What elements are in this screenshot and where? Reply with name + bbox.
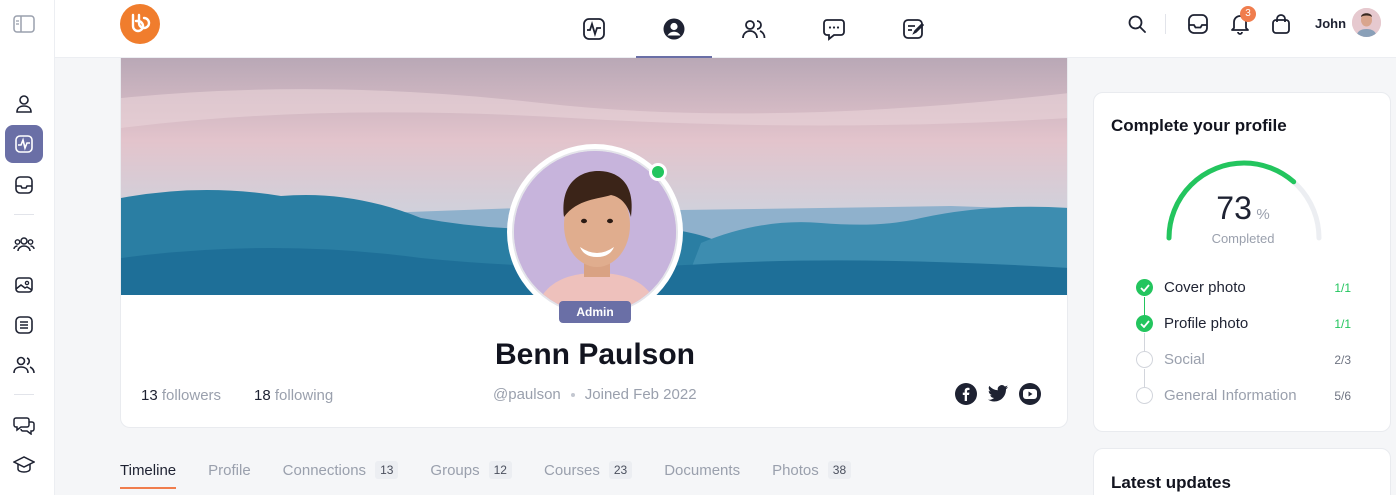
tab-label: Timeline xyxy=(120,461,177,479)
sidebar-members-icon[interactable] xyxy=(5,346,43,384)
tab-label: Documents xyxy=(664,461,741,479)
sidebar-forums-icon[interactable] xyxy=(5,406,43,444)
step-fraction: 2/3 xyxy=(1334,352,1351,367)
tab-label: Profile xyxy=(208,461,251,479)
profile-card: Admin Benn Paulson 13 followers 18 follo… xyxy=(120,58,1068,428)
nav-messages-tab[interactable] xyxy=(796,0,872,58)
tab-photos[interactable]: Photos 38 xyxy=(772,458,852,482)
sidebar-list-icon[interactable] xyxy=(5,306,43,344)
sidebar-activity-icon[interactable] xyxy=(5,125,43,163)
tab-documents[interactable]: Documents xyxy=(664,458,740,482)
search-icon[interactable] xyxy=(1125,12,1149,36)
meta-separator-dot xyxy=(570,392,575,397)
profile-tabs: Timeline Profile Connections 13 Groups 1… xyxy=(120,458,852,489)
widget-title: Latest updates xyxy=(1111,473,1231,492)
progress-value: 73 xyxy=(1216,190,1252,226)
widget-title: Complete your profile xyxy=(1111,116,1287,135)
check-icon xyxy=(1136,315,1153,332)
profile-name: Benn Paulson xyxy=(494,338,696,371)
step-label: General Information xyxy=(1164,387,1297,404)
step-label: Profile photo xyxy=(1164,315,1249,332)
step-fraction: 5/6 xyxy=(1334,388,1351,403)
tab-count: 12 xyxy=(488,461,512,479)
step-general-information[interactable]: General Information 5/6 xyxy=(1136,387,1351,404)
social-links xyxy=(955,383,1041,405)
nav-notes-tab[interactable] xyxy=(876,0,952,58)
tab-courses[interactable]: Courses 23 xyxy=(543,458,633,482)
profile-joined: Joined Feb 2022 xyxy=(584,386,697,403)
step-profile-photo[interactable]: Profile photo 1/1 xyxy=(1136,315,1351,332)
tab-profile[interactable]: Profile xyxy=(208,458,251,482)
step-connector xyxy=(1144,333,1145,352)
progress-percent: 73 % xyxy=(1094,190,1392,227)
tab-count: 38 xyxy=(827,461,852,479)
topbar-divider xyxy=(1165,14,1166,34)
tab-count: 13 xyxy=(375,461,399,479)
sidebar-divider xyxy=(14,214,34,215)
tab-timeline[interactable]: Timeline xyxy=(120,458,177,489)
progress-unit: % xyxy=(1256,206,1270,223)
check-icon xyxy=(1136,279,1153,296)
sidebar-groups-icon[interactable] xyxy=(5,225,43,263)
tab-groups[interactable]: Groups 12 xyxy=(430,458,512,482)
tab-count: 23 xyxy=(608,461,633,479)
tab-label: Connections xyxy=(282,461,367,479)
nav-members-tab[interactable] xyxy=(716,0,792,58)
sidebar-profile-icon[interactable] xyxy=(5,85,43,123)
following-label: following xyxy=(274,387,334,404)
complete-profile-widget: Complete your profile 73 % Completed Cov… xyxy=(1093,92,1391,432)
latest-updates-widget: Latest updates xyxy=(1093,448,1391,495)
tab-connections[interactable]: Connections 13 xyxy=(283,458,399,482)
youtube-icon[interactable] xyxy=(1019,383,1041,405)
online-status-indicator xyxy=(649,163,667,181)
twitter-icon[interactable] xyxy=(987,383,1009,405)
sidebar-courses-icon[interactable] xyxy=(5,446,43,484)
empty-circle-icon xyxy=(1136,387,1153,404)
step-label: Social xyxy=(1164,351,1205,368)
tab-label: Photos xyxy=(772,461,819,479)
tab-label: Groups xyxy=(430,461,480,479)
followers-label: followers xyxy=(161,387,222,404)
cart-bag-icon[interactable] xyxy=(1269,12,1293,36)
sidebar-photos-icon[interactable] xyxy=(5,266,43,304)
followers-stat[interactable]: 13 followers xyxy=(141,387,221,404)
top-navbar: 3 John xyxy=(55,0,1396,58)
step-social[interactable]: Social 2/3 xyxy=(1136,351,1351,368)
following-count: 18 xyxy=(254,387,271,404)
step-fraction: 1/1 xyxy=(1334,316,1351,331)
nav-activity-tab[interactable] xyxy=(556,0,632,58)
sidebar-inbox-icon[interactable] xyxy=(5,166,43,204)
step-label: Cover photo xyxy=(1164,279,1246,296)
step-connector xyxy=(1144,297,1145,316)
following-stat[interactable]: 18 following xyxy=(254,387,333,404)
nav-profile-tab[interactable] xyxy=(636,0,712,58)
left-sidebar xyxy=(0,0,55,495)
profile-handle: @paulson xyxy=(493,386,561,403)
step-connector xyxy=(1144,369,1145,388)
user-name[interactable]: John xyxy=(1315,16,1346,31)
step-fraction: 1/1 xyxy=(1334,280,1351,295)
progress-caption: Completed xyxy=(1211,231,1275,246)
sidebar-divider xyxy=(14,394,34,395)
followers-count: 13 xyxy=(141,387,158,404)
empty-circle-icon xyxy=(1136,351,1153,368)
tab-label: Courses xyxy=(543,461,600,479)
profile-meta: @paulson Joined Feb 2022 xyxy=(493,386,697,403)
notifications-badge: 3 xyxy=(1240,6,1256,22)
role-badge: Admin xyxy=(559,301,631,323)
sidebar-toggle-icon[interactable] xyxy=(5,5,43,43)
user-avatar[interactable] xyxy=(1352,8,1381,37)
inbox-icon[interactable] xyxy=(1186,12,1210,36)
site-logo[interactable] xyxy=(120,4,160,44)
step-cover-photo[interactable]: Cover photo 1/1 xyxy=(1136,279,1351,296)
facebook-icon[interactable] xyxy=(955,383,977,405)
